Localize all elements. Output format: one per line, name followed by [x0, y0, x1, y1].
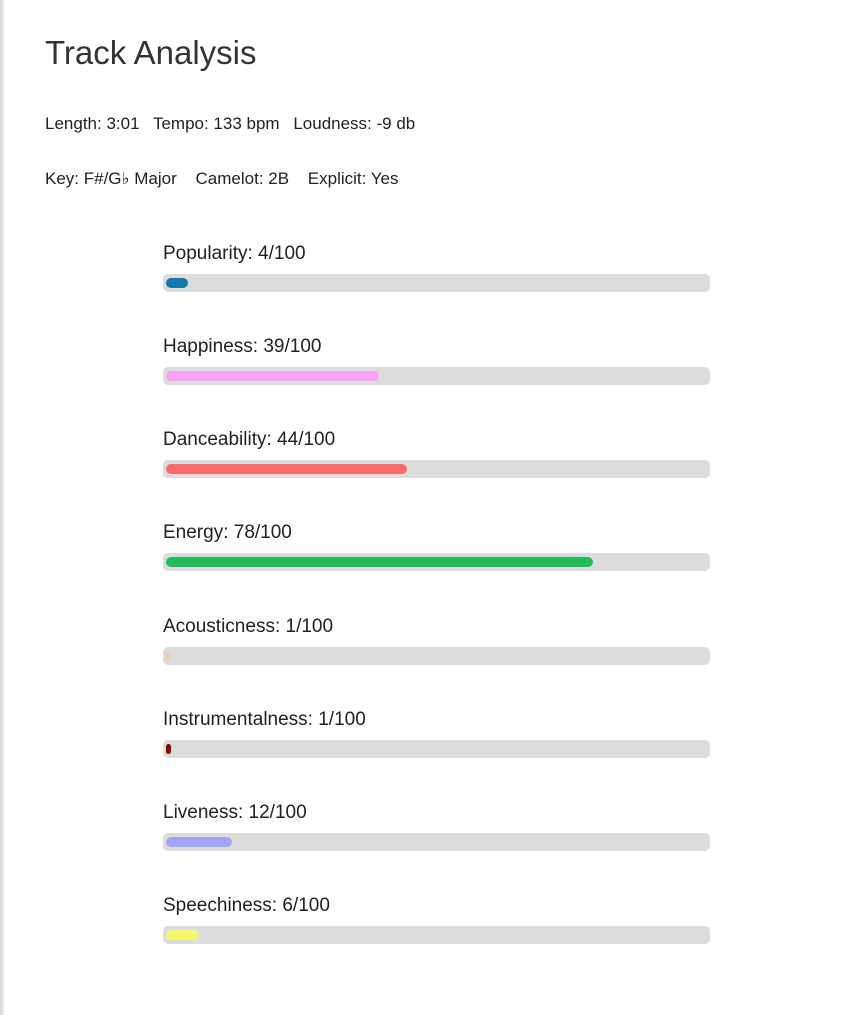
- track-info-row-1: Length: 3:01 Tempo: 133 bpm Loudness: -9…: [45, 114, 415, 134]
- progress-fill: [166, 557, 593, 567]
- progress-fill: [166, 930, 199, 940]
- progress-track: [163, 274, 710, 292]
- progress-fill: [166, 744, 171, 754]
- progress-fill: [166, 837, 232, 847]
- progress-fill: [166, 371, 379, 381]
- metric-label: Energy: 78/100: [163, 522, 292, 543]
- loudness-info: Loudness: -9 db: [293, 114, 416, 133]
- progress-track: [163, 647, 710, 665]
- metric-label: Speechiness: 6/100: [163, 895, 330, 916]
- progress-track: [163, 367, 710, 385]
- progress-track: [163, 926, 710, 944]
- metric-label: Acousticness: 1/100: [163, 616, 334, 637]
- length-info: Length: 3:01: [45, 114, 140, 133]
- track-info-row-2: Key: F#/G♭ Major Camelot: 2B Explicit: Y…: [45, 169, 399, 189]
- metric-popularity: Popularity: 4/100: [163, 243, 710, 303]
- metric-energy: Energy: 78/100: [163, 522, 710, 582]
- left-border: [0, 0, 4, 1015]
- metric-label: Danceability: 44/100: [163, 429, 336, 450]
- progress-track: [163, 833, 710, 851]
- metric-happiness: Happiness: 39/100: [163, 336, 710, 396]
- page-title: Track Analysis: [45, 34, 257, 71]
- metric-liveness: Liveness: 12/100: [163, 802, 710, 862]
- metric-label: Popularity: 4/100: [163, 243, 306, 264]
- metric-label: Happiness: 39/100: [163, 336, 322, 357]
- metric-label: Liveness: 12/100: [163, 802, 307, 823]
- tempo-info: Tempo: 133 bpm: [152, 114, 280, 133]
- camelot-info: Camelot: 2B: [195, 169, 290, 188]
- progress-track: [163, 553, 710, 571]
- key-info: Key: F#/G♭ Major: [45, 169, 177, 188]
- metric-speechiness: Speechiness: 6/100: [163, 895, 710, 955]
- metric-instrumentalness: Instrumentalness: 1/100: [163, 709, 710, 769]
- metric-label: Instrumentalness: 1/100: [163, 709, 366, 730]
- progress-fill: [166, 464, 407, 474]
- metric-acousticness: Acousticness: 1/100: [163, 616, 710, 676]
- metric-danceability: Danceability: 44/100: [163, 429, 710, 489]
- progress-fill: [166, 278, 188, 288]
- progress-track: [163, 740, 710, 758]
- progress-fill: [166, 651, 171, 661]
- progress-track: [163, 460, 710, 478]
- explicit-info: Explicit: Yes: [307, 169, 399, 188]
